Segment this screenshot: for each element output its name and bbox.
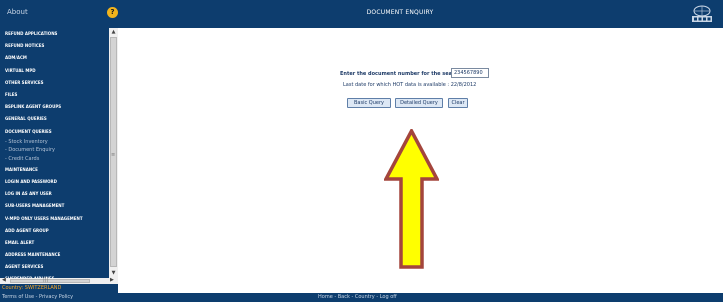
- sidebar-item-refund-notices[interactable]: REFUND NOTICES: [0, 40, 109, 52]
- document-number-label: Enter the document number for the search…: [340, 71, 465, 77]
- scroll-down-icon[interactable]: ▼: [109, 269, 118, 277]
- sidebar-item-general-queries[interactable]: GENERAL QUERIES: [0, 113, 109, 125]
- horizontal-scrollbar-thumb[interactable]: [10, 279, 90, 283]
- top-bar: About ? DOCUMENT ENQUIRY: [0, 0, 723, 28]
- sidebar-item-sub-users-management[interactable]: SUB-USERS MANAGEMENT: [0, 200, 109, 212]
- last-hot-date-text: Last date for which HOT data is availabl…: [343, 82, 477, 88]
- sidebar-menu: REFUND APPLICATIONS REFUND NOTICES ADM/ACM…: [0, 28, 109, 281]
- about-link[interactable]: About: [7, 8, 28, 16]
- sidebar-item-address-maintenance[interactable]: ADDRESS MAINTENANCE: [0, 249, 109, 261]
- sidebar-item-agent-services[interactable]: AGENT SERVICES: [0, 261, 109, 273]
- sidebar-item-refund-applications[interactable]: REFUND APPLICATIONS: [0, 28, 109, 40]
- scroll-up-icon[interactable]: ▲: [109, 28, 118, 36]
- sidebar-vertical-scrollbar[interactable]: ▲ ≡ ▼: [109, 28, 118, 278]
- clear-button[interactable]: Clear: [448, 98, 468, 108]
- sidebar-item-email-alert[interactable]: EMAIL ALERT: [0, 237, 109, 249]
- sidebar-item-bsplink-agent-groups[interactable]: BSPLINK AGENT GROUPS: [0, 101, 109, 113]
- country-label: Country: SWITZERLAND: [0, 284, 118, 293]
- sidebar: REFUND APPLICATIONS REFUND NOTICES ADM/ACM…: [0, 28, 118, 284]
- sidebar-item-document-enquiry[interactable]: - Document Enquiry: [0, 146, 109, 155]
- sidebar-item-files[interactable]: FILES: [0, 89, 109, 101]
- sidebar-item-other-services[interactable]: OTHER SERVICES: [0, 77, 109, 89]
- detailed-query-button[interactable]: Detailed Query: [395, 98, 443, 108]
- scroll-left-icon[interactable]: ◀: [2, 277, 6, 283]
- annotation-arrow-icon: [384, 129, 439, 269]
- scrollbar-grip-icon: |||: [43, 277, 49, 283]
- page-title: DOCUMENT ENQUIRY: [366, 9, 434, 16]
- scrollbar-grip-icon: ≡: [111, 152, 116, 158]
- footer: Terms of Use - Privacy Policy Home - Bac…: [0, 293, 723, 302]
- document-number-input[interactable]: [451, 68, 489, 78]
- sidebar-item-virtual-mpd[interactable]: VIRTUAL MPD: [0, 65, 109, 77]
- terms-privacy-links[interactable]: Terms of Use - Privacy Policy: [2, 293, 73, 302]
- sidebar-item-log-in-as-any-user[interactable]: LOG IN AS ANY USER: [0, 188, 109, 200]
- main-content: Enter the document number for the search…: [118, 28, 723, 293]
- sidebar-item-v-mpd-only-users-management[interactable]: V-MPD ONLY USERS MANAGEMENT: [0, 213, 109, 225]
- sidebar-item-add-agent-group[interactable]: ADD AGENT GROUP: [0, 225, 109, 237]
- basic-query-button[interactable]: Basic Query: [347, 98, 391, 108]
- sidebar-item-credit-cards[interactable]: - Credit Cards: [0, 155, 109, 164]
- app-window: About ? DOCUMENT ENQUIRY REFUND APPLICAT…: [0, 0, 723, 302]
- iata-logo-icon: [692, 5, 712, 22]
- footer-nav-links[interactable]: Home - Back - Country - Log off: [318, 293, 397, 302]
- help-icon[interactable]: ?: [107, 7, 118, 18]
- sidebar-item-login-and-password[interactable]: LOGIN AND PASSWORD: [0, 176, 109, 188]
- sidebar-item-adm-acm[interactable]: ADM/ACM: [0, 52, 109, 64]
- sidebar-item-maintenance[interactable]: MAINTENANCE: [0, 164, 109, 176]
- sidebar-item-stock-inventory[interactable]: - Stock Inventory: [0, 138, 109, 147]
- sidebar-item-document-queries[interactable]: DOCUMENT QUERIES: [0, 126, 109, 138]
- scroll-right-icon[interactable]: ▶: [110, 277, 114, 283]
